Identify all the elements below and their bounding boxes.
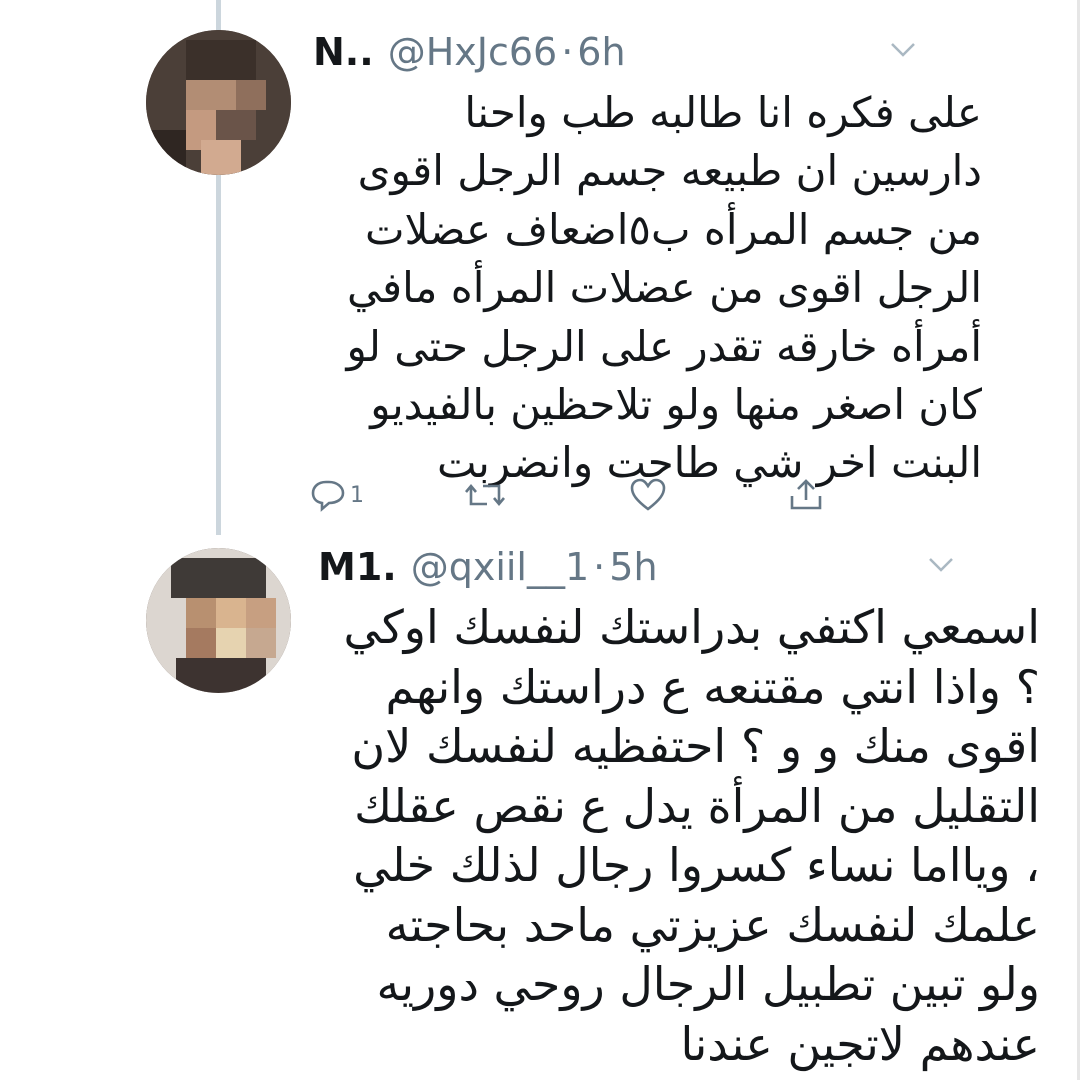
retweet-button[interactable] <box>465 478 505 512</box>
tweet-line: ، ويااما نساء كسروا رجال لذلك خلي <box>353 838 1040 892</box>
tweet-line: ولو تبين تطبيل الرجال روحي دوريه <box>376 957 1040 1011</box>
separator: · <box>593 545 606 589</box>
reply-icon <box>311 480 345 512</box>
tweet-line: الرجل اقوى من عضلات المرأه مافي <box>346 263 982 313</box>
display-name[interactable]: M1. <box>318 545 397 589</box>
tweet-line: اسمعي اكتفي بدراستك لنفسك اوكي <box>343 600 1040 654</box>
timestamp[interactable]: 5h <box>609 545 657 589</box>
share-icon <box>790 479 822 510</box>
chevron-down-icon[interactable] <box>928 557 954 573</box>
heart-icon <box>630 478 666 511</box>
reply-button[interactable]: 1 <box>310 478 364 512</box>
separator: · <box>561 30 574 74</box>
tweet-text: اسمعي اكتفي بدراستك لنفسك اوكي ؟ واذا ان… <box>344 598 1040 1074</box>
timestamp[interactable]: 6h <box>577 30 625 74</box>
tweet-header: N.. @HxJc66 · 6h <box>313 30 626 74</box>
user-handle[interactable]: @qxiil__1 <box>411 545 589 589</box>
tweet-text: على فكره انا طالبه طب واحنا دارسين ان طب… <box>346 84 982 493</box>
retweet-icon <box>465 483 505 507</box>
avatar[interactable] <box>146 30 291 175</box>
display-name[interactable]: N.. <box>313 30 374 74</box>
tweet-line: علمك لنفسك عزيزتي ماحد بحاجته <box>385 897 1040 952</box>
tweet-header: M1. @qxiil__1 · 5h <box>318 545 658 589</box>
reply-count: 1 <box>350 482 364 508</box>
tweet-line: اقوى منك و و ؟ احتفظيه لنفسك لان <box>351 719 1040 773</box>
tweet-line: من جسم المرأه ب٥اضعاف عضلات <box>365 204 982 254</box>
tweet-line: كان اصغر منها ولو تلاحظين بالفيديو <box>370 380 982 430</box>
tweet-line: عندهم لاتجين عندنا <box>680 1016 1040 1071</box>
tweet-line: ؟ واذا انتي مقتنعه ع دراستك وانهم <box>385 659 1040 714</box>
chevron-down-icon[interactable] <box>890 42 916 58</box>
tweet-line: على فكره انا طالبه طب واحنا <box>464 88 982 137</box>
tweet-line: دارسين ان طبيعه جسم الرجل اقوى <box>357 146 982 196</box>
share-button[interactable] <box>788 478 824 512</box>
tweet-actions: 1 <box>310 478 830 518</box>
user-handle[interactable]: @HxJc66 <box>388 30 558 74</box>
like-button[interactable] <box>630 478 666 512</box>
tweet-line: التقليل من المرأة يدل ع نقص عقلك <box>354 778 1040 833</box>
avatar[interactable] <box>146 548 291 693</box>
tweet-line: أمرأه خارقه تقدر على الرجل حتى لو <box>346 321 982 371</box>
